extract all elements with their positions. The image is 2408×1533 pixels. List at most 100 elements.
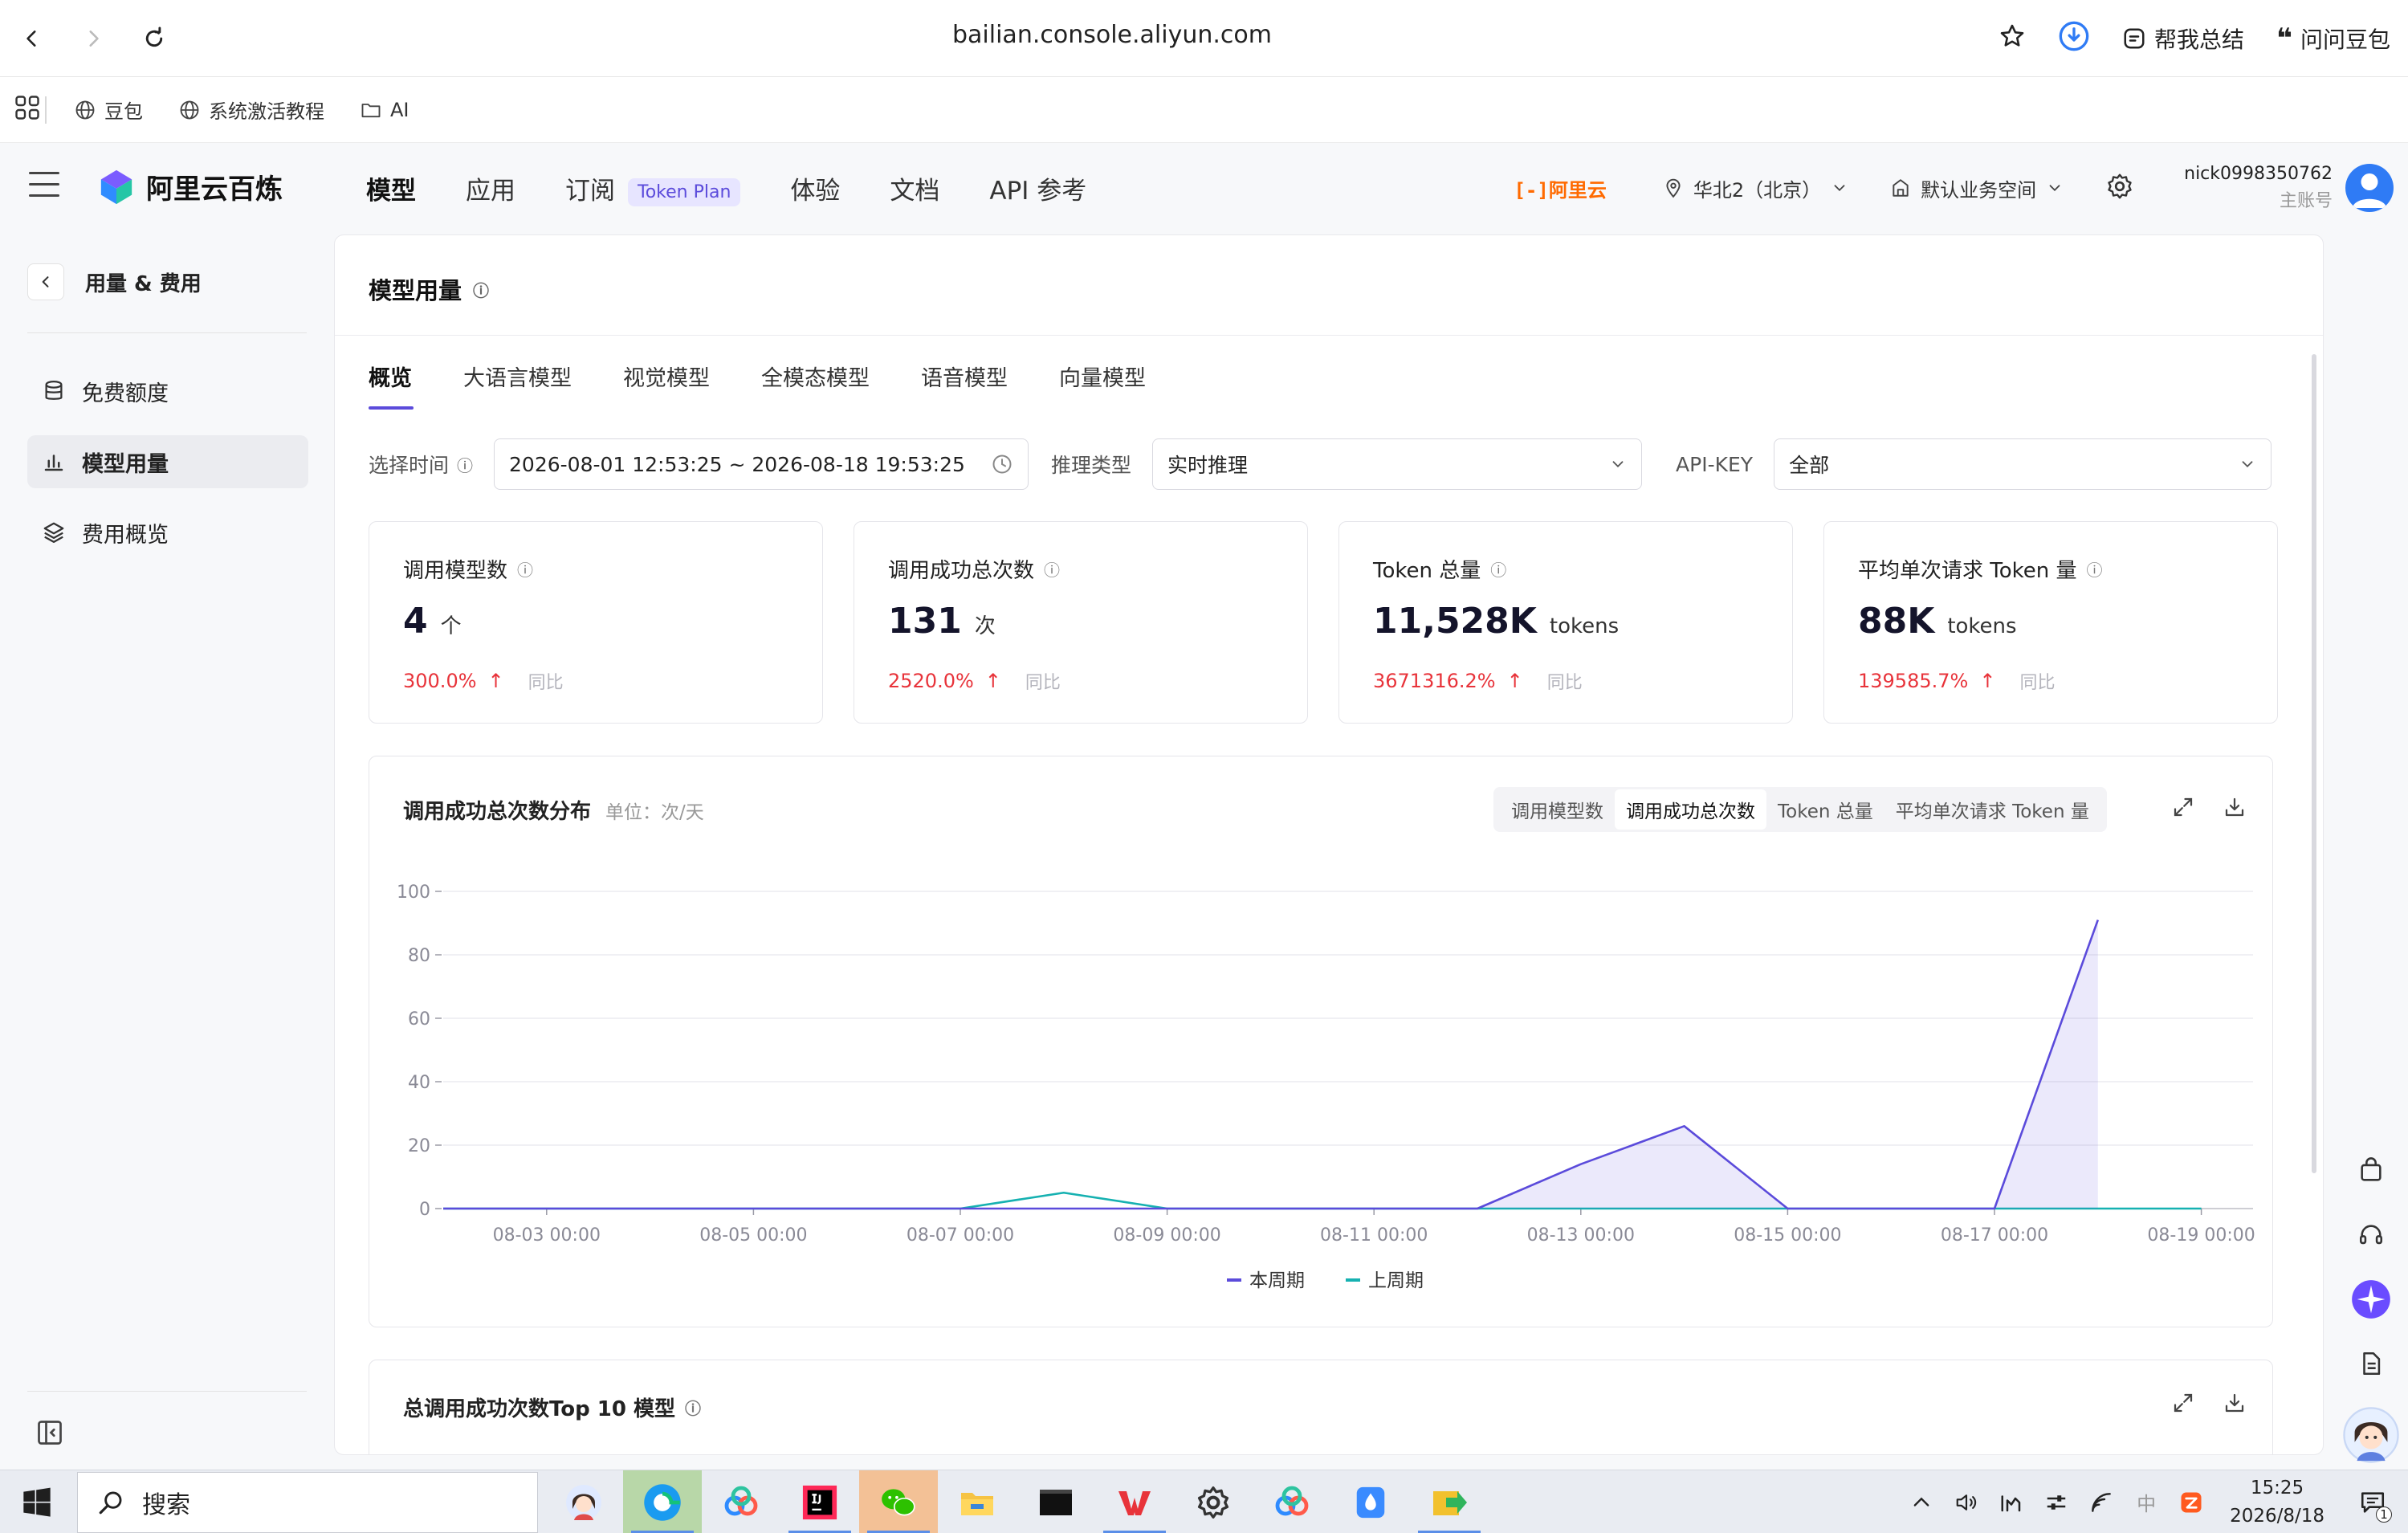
wifi-icon[interactable]	[2079, 1490, 2124, 1515]
cart-icon[interactable]	[2350, 1150, 2392, 1192]
nav-apps[interactable]: 应用	[466, 170, 515, 206]
taskbar-app-terminal-icon[interactable]	[1017, 1470, 1095, 1533]
ime-indicator[interactable]: 中	[2124, 1488, 2169, 1516]
region-label: 华北2（北京）	[1693, 178, 1822, 202]
y-tick-label: 100	[397, 883, 430, 903]
taskbar-app-settings-icon[interactable]	[1174, 1470, 1253, 1533]
apps-grid-icon[interactable]	[13, 93, 42, 127]
info-icon[interactable]: ⓘ	[1044, 557, 1060, 581]
user-role: 主账号	[2279, 191, 2333, 211]
aliyun-logo[interactable]: [-]阿里云	[1514, 174, 1606, 202]
volume-icon[interactable]	[1944, 1490, 1989, 1515]
address-bar[interactable]: bailian.console.aliyun.com	[0, 21, 2224, 49]
taskbar-app-intellij-icon[interactable]	[780, 1470, 859, 1533]
download-icon[interactable]	[2223, 1391, 2250, 1418]
tab-omni[interactable]: 全模态模型	[761, 361, 870, 410]
ask-doubao-button[interactable]: ❝ 问问豆包	[2276, 22, 2390, 55]
notification-icon[interactable]: 1	[2350, 1489, 2395, 1523]
tab-overview[interactable]: 概览	[369, 361, 414, 410]
taskbar-app-browser-icon[interactable]	[623, 1470, 702, 1533]
wps-tray-icon[interactable]	[2169, 1490, 2214, 1515]
sliders-icon[interactable]	[2034, 1490, 2079, 1515]
collapse-sidebar-icon[interactable]	[35, 1418, 64, 1447]
taskbar-app-baidunetdisk-icon[interactable]	[702, 1470, 780, 1533]
assistant-avatar-icon[interactable]	[2343, 1407, 2399, 1463]
sidebar-item-cost-overview[interactable]: 费用概览	[27, 506, 308, 559]
taskbar-app-explorer-icon[interactable]	[938, 1470, 1017, 1533]
info-icon[interactable]: ⓘ	[2087, 557, 2103, 581]
clock-icon	[992, 455, 1012, 474]
menu-icon[interactable]	[29, 172, 59, 199]
ai-assistant-icon[interactable]	[2350, 1278, 2392, 1320]
taskbar-search-input[interactable]: 搜索	[77, 1472, 538, 1533]
info-icon[interactable]: ⓘ	[1490, 557, 1506, 581]
y-tick-label: 80	[408, 946, 430, 966]
expand-icon[interactable]	[2171, 1391, 2198, 1418]
download-icon[interactable]	[2058, 20, 2090, 58]
taskbar-app-avatar-icon[interactable]	[544, 1470, 623, 1533]
stat-title: 调用模型数	[403, 559, 508, 583]
taskbar-app-wechat-icon[interactable]	[859, 1470, 938, 1533]
bookmark-doubao[interactable]: 豆包	[74, 96, 143, 124]
api-key-select[interactable]: 全部	[1774, 438, 2272, 490]
info-icon[interactable]: ⓘ	[685, 1396, 701, 1419]
bookmark-activation-tutorial[interactable]: 系统激活教程	[178, 96, 324, 124]
windows-start-icon[interactable]	[21, 1486, 53, 1519]
headset-icon[interactable]	[2350, 1214, 2392, 1256]
stat-value: 11,528K	[1373, 601, 1537, 642]
series-line	[443, 1191, 2202, 1210]
stat-compare: 同比	[1025, 673, 1061, 693]
system-clock[interactable]: 15:25 2026/8/18	[2230, 1474, 2324, 1530]
region-selector[interactable]: 华北2（北京）	[1663, 174, 1848, 202]
arrow-up-icon: ↑	[1506, 670, 1523, 692]
scrollbar[interactable]	[2312, 354, 2316, 1173]
nav-docs[interactable]: 文档	[890, 170, 939, 206]
info-icon[interactable]: ⓘ	[457, 453, 473, 476]
bookmark-star-icon[interactable]	[1999, 22, 2026, 55]
folder-icon	[361, 103, 381, 117]
nav-playground[interactable]: 体验	[790, 170, 840, 206]
stat-title: Token 总量	[1373, 559, 1481, 583]
tab-llm[interactable]: 大语言模型	[463, 361, 572, 410]
nav-subscribe[interactable]: 订阅 Token Plan	[565, 170, 741, 206]
time-range-picker[interactable]: 2026-08-01 12:53:25 ~ 2026-08-18 19:53:2…	[494, 438, 1029, 490]
summarize-button[interactable]: 帮我总结	[2122, 22, 2244, 55]
sidebar-item-free-quota[interactable]: 免费额度	[27, 365, 308, 418]
taskbar-app-clean-icon[interactable]	[1331, 1470, 1410, 1533]
infer-type-select[interactable]: 实时推理	[1152, 438, 1643, 490]
taskbar-app-wps-icon[interactable]	[1095, 1470, 1174, 1533]
nav-models[interactable]: 模型	[366, 170, 416, 206]
avatar[interactable]	[2345, 164, 2394, 212]
info-icon[interactable]: ⓘ	[517, 557, 533, 581]
user-account[interactable]: nick0998350762 主账号	[2184, 161, 2333, 215]
title-divider	[335, 335, 2323, 336]
brand-logo[interactable]: 阿里云百炼	[98, 167, 283, 206]
line-chart[interactable]: 0 20 40 60 80 100 08-03 00:00 08-05 00:00 08-07 …	[369, 756, 2274, 1328]
taskbar-app-cloud-icon[interactable]	[1253, 1470, 1331, 1533]
taskbar-app-transfer-icon[interactable]	[1410, 1470, 1489, 1533]
tab-embedding[interactable]: 向量模型	[1059, 361, 1146, 410]
sidebar-back[interactable]: 用量 & 费用	[27, 263, 202, 300]
stat-card-avg-tokens: 平均单次请求 Token 量 ⓘ 88K tokens 139585.7% ↑ 同比	[1823, 521, 2278, 724]
document-icon[interactable]	[2350, 1343, 2392, 1384]
back-chevron-icon[interactable]	[27, 263, 64, 300]
bookmark-folder-ai[interactable]: AI	[360, 99, 409, 121]
user-name: nick0998350762	[2184, 163, 2333, 184]
settings-gear-icon[interactable]	[2105, 172, 2137, 204]
sidebar-divider	[27, 332, 307, 333]
windows-taskbar: 搜索 中 15:25 2026/8/18 1	[0, 1470, 2408, 1533]
sidebar-item-model-usage[interactable]: 模型用量	[27, 435, 308, 488]
tab-vision[interactable]: 视觉模型	[623, 361, 710, 410]
nav-api-reference[interactable]: API 参考	[989, 170, 1086, 206]
stat-card-models: 调用模型数 ⓘ 4个 300.0% ↑ 同比	[369, 521, 823, 724]
info-icon[interactable]: ⓘ	[473, 278, 489, 301]
tray-chevron-up-icon[interactable]	[1899, 1491, 1944, 1514]
nav-subscribe-label: 订阅	[565, 177, 615, 206]
chevron-down-icon	[2242, 461, 2253, 468]
stat-unit: 次	[974, 614, 996, 638]
series-area	[443, 919, 2098, 1209]
meter-icon[interactable]	[1989, 1490, 2034, 1515]
tab-speech[interactable]: 语音模型	[921, 361, 1008, 410]
stat-compare: 同比	[2019, 673, 2056, 693]
workspace-selector[interactable]: 默认业务空间	[1890, 174, 2064, 202]
